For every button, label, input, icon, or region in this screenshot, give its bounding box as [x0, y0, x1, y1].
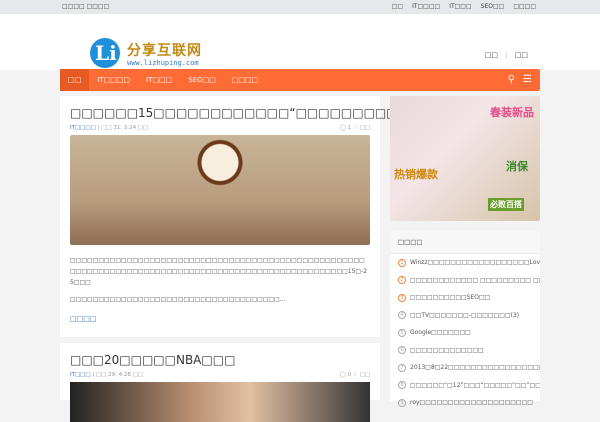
post-date: □□ 31, 3:24 □□ — [101, 125, 149, 131]
logo-mark: Li — [90, 38, 120, 68]
nav-item[interactable]: IT□□□ — [138, 69, 180, 91]
ad-text: 消保 — [506, 160, 528, 173]
site-logo[interactable]: Li 分享互联网 www.lizhuping.com — [90, 26, 215, 70]
post-thumbnail[interactable] — [70, 135, 370, 245]
popular-post-item[interactable]: 8 □□□□□□“□12”□□□“□□□□□”□□”□□□□□.. — [390, 377, 540, 395]
top-bar: □□□□ □□□□ □□ IT□□□□ IT□□□ SEO□□ □□□□ — [0, 0, 600, 14]
popular-post-item[interactable]: 2 □□□□□□□□□□□□ □□□□□□□□□ □□□□□□□□□□□ — [390, 272, 540, 290]
comment-icon: ◯ — [339, 372, 346, 378]
popular-posts-widget: □□□□ 1 Winzz□□□□□□□□□□□□□□□□□□LovePalz 2 □□… — [390, 231, 540, 407]
ad-text: 春装新品 — [490, 106, 534, 119]
post-meta: IT□□□□ | □□ 31, 3:24 □□ ◯ 1 ♡ □□ — [70, 125, 370, 131]
rank-badge: 5 — [398, 328, 406, 337]
comment-icon: ◯ — [339, 125, 346, 131]
nav-item[interactable]: □□□□ — [224, 69, 266, 91]
popular-post-title[interactable]: □□□□□□□□□□□□□ — [410, 347, 484, 354]
post-item: □□□□□□15□□□□□□□□□□□□“□□□□□□□□□□□□” IT□□□… — [60, 96, 438, 343]
popular-post-item[interactable]: 5 Google□□□□□□□ — [390, 324, 540, 342]
search-icon[interactable]: ⚲ — [508, 74, 515, 85]
top-link[interactable]: IT□□□ — [449, 3, 471, 10]
top-link[interactable]: SEO□□ — [481, 3, 505, 10]
popular-post-item[interactable]: 4 □□TV□□□□□□□-□□□□□□□(3) — [390, 307, 540, 325]
login-link[interactable]: □□ — [485, 51, 498, 59]
post-excerpt: □□□□□□□□□□□□□□□□□□□□□□□□□□□□□□□□□□□□□□□□… — [70, 257, 368, 286]
nav-home[interactable]: □□ — [60, 69, 90, 91]
post-thumbnail[interactable] — [70, 382, 370, 422]
popular-post-item[interactable]: 1 Winzz□□□□□□□□□□□□□□□□□□LovePalz — [390, 254, 540, 272]
header: Li 分享互联网 www.lizhuping.com □□ | □□ — [0, 14, 600, 70]
nav-item[interactable]: IT□□□□ — [89, 69, 138, 91]
top-right-nav: □□ IT□□□□ IT□□□ SEO□□ □□□□ — [392, 3, 536, 10]
like-label[interactable]: □□ — [360, 125, 370, 131]
popular-post-item[interactable]: 9 roy□□□□□□□□□□□□□□□□□□□□ — [390, 394, 540, 412]
popular-post-title[interactable]: □□□□□□□□□□SEO□□ — [410, 294, 490, 301]
logo-url: www.lizhuping.com — [127, 59, 199, 67]
rank-badge: 7 — [398, 363, 406, 372]
main-nav: □□ IT□□□□ IT□□□ SEO□□ □□□□ ⚲ ☰ — [60, 69, 540, 91]
top-link[interactable]: □□ — [392, 3, 403, 10]
popular-post-title[interactable]: Winzz□□□□□□□□□□□□□□□□□□LovePalz — [410, 259, 540, 266]
sidebar: 春装新品 热销爆款 消保 必败百搭 □□□□ 1 Winzz□□□□□□□□□□□… — [390, 96, 540, 407]
rank-badge: 2 — [398, 276, 406, 285]
like-icon: ♡ — [352, 125, 358, 131]
top-left-links[interactable]: □□□□ □□□□ — [62, 3, 109, 10]
register-link[interactable]: □□ — [515, 51, 528, 59]
post-title[interactable]: □□□20□□□□□NBA□□□ — [70, 353, 370, 367]
rank-badge: 6 — [398, 346, 406, 355]
popular-post-item[interactable]: 3 □□□□□□□□□□SEO□□ — [390, 289, 540, 307]
post-category[interactable]: IT□□□□ — [70, 125, 96, 131]
list-icon[interactable]: ☰ — [523, 74, 532, 85]
post-title[interactable]: □□□□□□15□□□□□□□□□□□□“□□□□□□□□□□□□” — [70, 106, 438, 120]
popular-post-item[interactable]: 7 2013□8□22□□□□□□□□□□□□□□□□□□□□□ — [390, 359, 540, 377]
post-item: □□□20□□□□□NBA□□□ IT□□□ | □□ 29, 4:28 □□ … — [60, 343, 380, 422]
post-category[interactable]: IT□□□ — [70, 372, 91, 378]
popular-post-title[interactable]: Google□□□□□□□ — [410, 329, 471, 336]
top-link[interactable]: □□□□ — [513, 3, 536, 10]
popular-post-title[interactable]: 2013□8□22□□□□□□□□□□□□□□□□□□□□□ — [410, 364, 540, 371]
read-more-link[interactable]: □□□□ — [70, 315, 370, 323]
post-excerpt: □□□□□□□□□□□□□□□□□□□□□□□□□□□□□□□□□□□□□... — [70, 296, 286, 303]
nav-item[interactable]: SEO□□ — [180, 69, 224, 91]
popular-post-title[interactable]: □□TV□□□□□□□-□□□□□□□(3) — [410, 312, 519, 319]
ad-banner[interactable]: 春装新品 热销爆款 消保 必败百搭 — [390, 96, 540, 221]
post-list: □□□□□□15□□□□□□□□□□□□“□□□□□□□□□□□□” IT□□□… — [60, 96, 438, 422]
popular-post-item[interactable]: 6 □□□□□□□□□□□□□ — [390, 342, 540, 360]
post-meta: IT□□□ | □□ 29, 4:28 □□ ◯ 0 ♡ □□ — [70, 372, 370, 378]
rank-badge: 1 — [398, 258, 406, 267]
ad-text: 必败百搭 — [488, 198, 524, 211]
like-label[interactable]: □□ — [360, 372, 370, 378]
widget-title: □□□□ — [390, 231, 540, 254]
post-date: □□ 29, 4:28 □□ — [95, 372, 144, 378]
comment-count: 0 — [347, 372, 352, 378]
top-link[interactable]: IT□□□□ — [412, 3, 440, 10]
popular-post-title[interactable]: roy□□□□□□□□□□□□□□□□□□□□ — [410, 399, 533, 406]
popular-post-title[interactable]: □□□□□□□□□□□□ □□□□□□□□□ □□□□□□□□□□□ — [410, 277, 540, 284]
popular-post-title[interactable]: □□□□□□“□12”□□□“□□□□□”□□”□□□□□.. — [410, 382, 540, 389]
header-links: □□ | □□ — [484, 51, 528, 59]
comment-count: 1 — [347, 125, 352, 131]
rank-badge: 8 — [398, 381, 406, 390]
ad-text: 热销爆款 — [394, 168, 438, 181]
like-icon: ♡ — [352, 372, 358, 378]
logo-name: 分享互联网 — [127, 43, 202, 59]
rank-badge: 3 — [398, 293, 406, 302]
rank-badge: 4 — [398, 311, 406, 320]
